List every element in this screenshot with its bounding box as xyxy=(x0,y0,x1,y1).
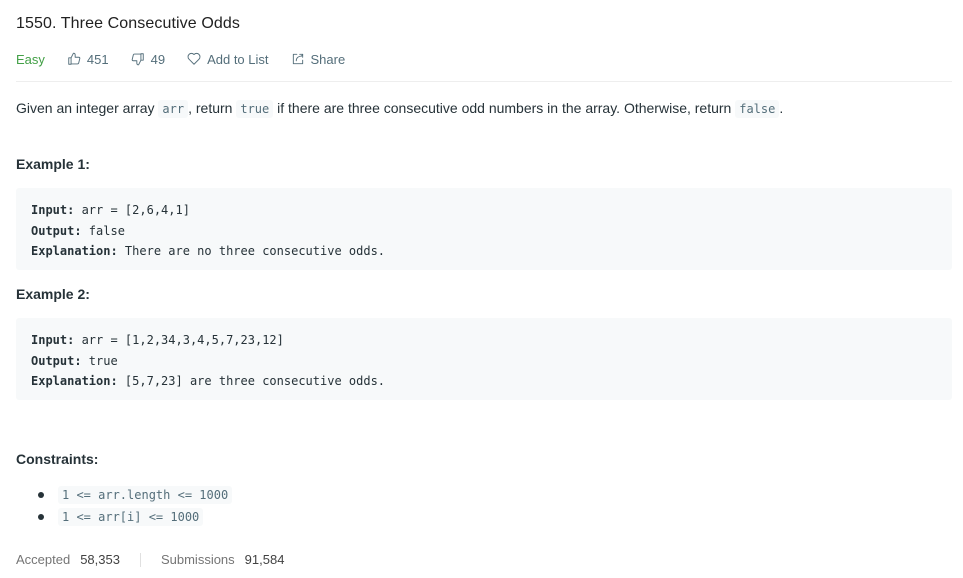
thumbs-down-icon xyxy=(131,53,144,66)
output-label: Output: xyxy=(31,223,82,238)
submissions-value: 91,584 xyxy=(244,552,285,567)
statement-text: if there are three consecutive odd numbe… xyxy=(273,100,736,116)
example-2-explanation: [5,7,23] are three consecutive odds. xyxy=(117,374,386,388)
example-2-block: Input: arr = [1,2,34,3,4,5,7,23,12] Outp… xyxy=(16,318,952,400)
heart-icon xyxy=(187,52,201,65)
list-item: 1 <= arr[i] <= 1000 xyxy=(16,506,232,528)
example-1-output: false xyxy=(81,223,125,238)
statement-text: . xyxy=(779,100,784,116)
problem-meta-bar: Easy 451 49 Add to List Share xyxy=(16,50,367,68)
submission-stats: Accepted 58,353 Submissions 91,584 xyxy=(16,552,284,567)
bullet-icon xyxy=(38,492,44,498)
thumbs-up-icon xyxy=(68,52,81,65)
stats-divider xyxy=(139,552,141,567)
problem-statement: Given an integer array arr, return true … xyxy=(16,98,783,119)
bullet-icon xyxy=(38,514,44,520)
like-button[interactable]: 451 xyxy=(67,52,109,67)
accepted-label: Accepted xyxy=(16,552,71,567)
submissions-label: Submissions xyxy=(160,552,235,567)
like-count: 451 xyxy=(86,51,109,67)
dislike-button[interactable]: 49 xyxy=(131,52,165,67)
constraint-code: 1 <= arr[i] <= 1000 xyxy=(58,508,204,526)
accepted-value: 58,353 xyxy=(80,552,120,567)
input-label: Input: xyxy=(31,333,75,347)
explanation-label: Explanation: xyxy=(31,244,118,258)
share-label: Share xyxy=(310,51,346,67)
constraints-heading: Constraints: xyxy=(16,451,99,467)
share-button[interactable]: Share xyxy=(291,51,346,67)
statement-text: Given an integer array xyxy=(16,100,159,116)
example-1-explanation: There are no three consecutive odds. xyxy=(117,244,386,258)
difficulty-badge: Easy xyxy=(16,51,45,67)
dislike-count: 49 xyxy=(150,51,166,67)
output-label: Output: xyxy=(31,353,82,368)
inline-code-arr: arr xyxy=(158,100,189,118)
example-2-output: true xyxy=(81,353,118,368)
example-1-input: arr = [2,6,4,1] xyxy=(74,203,190,217)
example-1-block: Input: arr = [2,6,4,1] Output: false Exp… xyxy=(16,188,952,270)
add-to-list-button[interactable]: Add to List xyxy=(187,51,269,67)
inline-code-false: false xyxy=(735,100,780,118)
add-to-list-label: Add to List xyxy=(207,51,269,67)
share-icon xyxy=(292,53,303,65)
inline-code-true: true xyxy=(236,100,274,118)
constraint-code: 1 <= arr.length <= 1000 xyxy=(58,486,233,504)
input-label: Input: xyxy=(31,203,75,217)
header-divider xyxy=(16,81,952,82)
list-item: 1 <= arr.length <= 1000 xyxy=(16,484,233,506)
example-1-heading: Example 1: xyxy=(16,156,90,172)
explanation-label: Explanation: xyxy=(31,374,118,388)
statement-text: , return xyxy=(188,100,237,116)
example-2-heading: Example 2: xyxy=(16,286,90,302)
problem-title: 1550. Three Consecutive Odds xyxy=(16,15,240,32)
example-2-input: arr = [1,2,34,3,4,5,7,23,12] xyxy=(74,333,284,347)
constraints-list: 1 <= arr.length <= 1000 1 <= arr[i] <= 1… xyxy=(16,484,233,528)
